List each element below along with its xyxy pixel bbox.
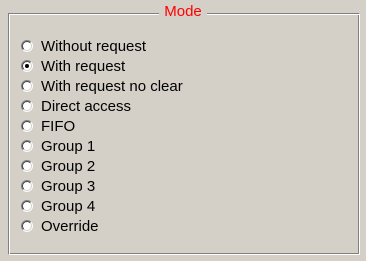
radio-button-icon[interactable] bbox=[21, 100, 33, 112]
radio-button-icon[interactable] bbox=[21, 120, 33, 132]
mode-radio-group: Without request With request With reques… bbox=[21, 36, 183, 236]
radio-button-icon[interactable] bbox=[21, 200, 33, 212]
radio-option-label: Group 4 bbox=[41, 197, 96, 215]
radio-option[interactable]: With request no clear bbox=[21, 76, 183, 96]
radio-button-icon[interactable] bbox=[21, 80, 33, 92]
mode-title-text: Mode bbox=[159, 3, 207, 20]
radio-option-label: Group 2 bbox=[41, 157, 96, 175]
radio-checked-dot bbox=[25, 64, 29, 68]
radio-option[interactable]: FIFO bbox=[21, 116, 183, 136]
radio-option[interactable]: Group 3 bbox=[21, 176, 183, 196]
radio-option-label: FIFO bbox=[41, 117, 76, 135]
radio-button-icon[interactable] bbox=[21, 160, 33, 172]
radio-option[interactable]: Without request bbox=[21, 36, 183, 56]
radio-option[interactable]: Group 4 bbox=[21, 196, 183, 216]
radio-option-label: Group 1 bbox=[41, 137, 96, 155]
radio-button-icon[interactable] bbox=[21, 180, 33, 192]
radio-option-label: Override bbox=[41, 217, 99, 235]
radio-option[interactable]: Direct access bbox=[21, 96, 183, 116]
radio-option-label: Direct access bbox=[41, 97, 132, 115]
mode-groupbox-title: Mode bbox=[0, 3, 366, 21]
radio-option[interactable]: Group 2 bbox=[21, 156, 183, 176]
radio-option-label: Without request bbox=[41, 37, 147, 55]
radio-button-icon[interactable] bbox=[21, 220, 33, 232]
radio-option-label: Group 3 bbox=[41, 177, 96, 195]
radio-option[interactable]: Override bbox=[21, 216, 183, 236]
radio-button-icon[interactable] bbox=[21, 40, 33, 52]
radio-button-icon[interactable] bbox=[21, 60, 33, 72]
radio-button-icon[interactable] bbox=[21, 140, 33, 152]
radio-option-label: With request bbox=[41, 57, 126, 75]
radio-option[interactable]: With request bbox=[21, 56, 183, 76]
radio-option[interactable]: Group 1 bbox=[21, 136, 183, 156]
radio-option-label: With request no clear bbox=[41, 77, 183, 95]
